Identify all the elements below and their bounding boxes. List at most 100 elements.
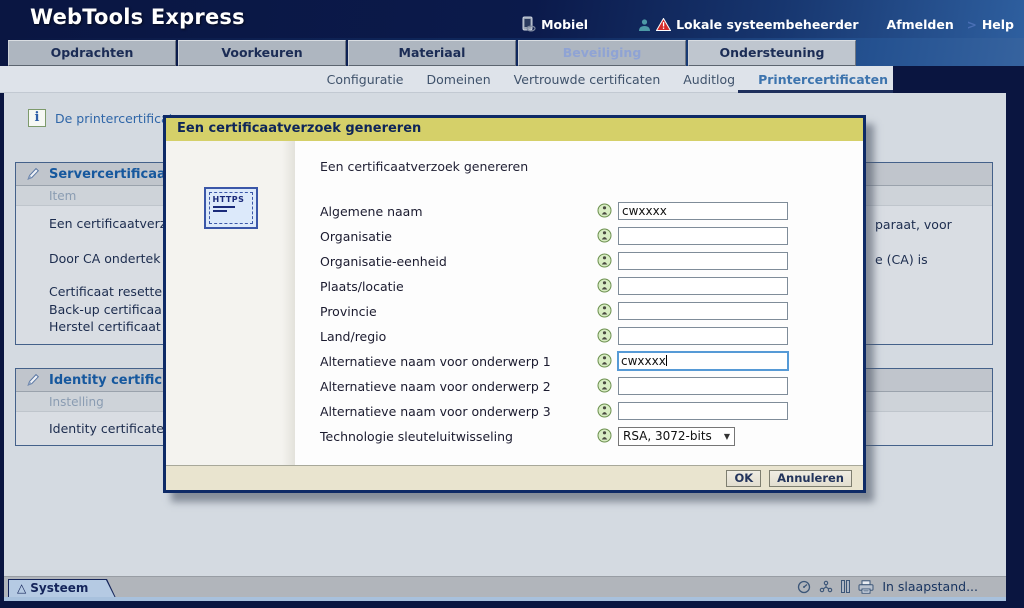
https-certificate-icon: HTTPS xyxy=(204,187,258,229)
field-help-icon xyxy=(597,253,612,268)
field-help-icon xyxy=(597,428,612,443)
field-label: Land/regio xyxy=(320,329,386,344)
header-bar: WebTools Express Mobiel Lokale systeembe… xyxy=(0,0,1024,38)
dialog-title-bar: Een certificaatverzoek genereren xyxy=(166,118,863,141)
form-row-subject-alt-name-3: Alternatieve naam voor onderwerp 3 xyxy=(295,400,863,425)
field-help-icon xyxy=(597,278,612,293)
panel-title: Identity certific xyxy=(49,373,162,388)
form-row-province: Provincie xyxy=(295,300,863,325)
subtab-vertrouwde-certificaten[interactable]: Vertrouwde certificaten xyxy=(514,72,661,87)
cancel-button[interactable]: Annuleren xyxy=(769,470,852,487)
header-links: Mobiel Lokale systeembeheerder Afmelden … xyxy=(520,0,1014,38)
subject-alt-name-3-input[interactable] xyxy=(618,402,788,420)
system-tab-label: Systeem xyxy=(30,581,88,595)
field-label: Alternatieve naam voor onderwerp 3 xyxy=(320,404,551,419)
dialog-left-column: HTTPS xyxy=(166,141,295,465)
form-row-organizational-unit: Organisatie-eenheid xyxy=(295,250,863,275)
mobile-phone-icon xyxy=(520,16,536,32)
subject-alt-name-2-input[interactable] xyxy=(618,377,788,395)
subject-alt-name-1-input[interactable]: cwxxxx xyxy=(617,351,789,371)
tab-voorkeuren[interactable]: Voorkeuren xyxy=(178,40,346,66)
panel-row[interactable]: Back-up certificaa xyxy=(49,302,162,317)
field-help-icon xyxy=(597,303,612,318)
info-icon: i xyxy=(28,109,46,127)
logged-in-user: Lokale systeembeheerder xyxy=(638,17,858,32)
system-status-tab[interactable]: △ Systeem xyxy=(8,579,116,598)
generate-certificate-request-dialog: Een certificaatverzoek genereren HTTPS E… xyxy=(163,115,866,493)
field-help-icon xyxy=(597,328,612,343)
dialog-footer: OK Annuleren xyxy=(166,465,863,490)
field-help-icon xyxy=(597,378,612,393)
form-row-locality: Plaats/locatie xyxy=(295,275,863,300)
dialog-form-area: Een certificaatverzoek genereren Algemen… xyxy=(295,141,863,465)
subtab-configuratie[interactable]: Configuratie xyxy=(327,72,404,87)
field-label: Provincie xyxy=(320,304,377,319)
key-exchange-select[interactable]: RSA, 3072-bits ▼ xyxy=(618,427,735,446)
mobile-link[interactable]: Mobiel xyxy=(520,16,588,32)
form-row-subject-alt-name-1: Alternatieve naam voor onderwerp 1 cwxxx… xyxy=(295,350,863,375)
tab-materiaal[interactable]: Materiaal xyxy=(348,40,516,66)
dialog-body: HTTPS Een certificaatverzoek genereren A… xyxy=(166,141,863,465)
main-tab-bar: Opdrachten Voorkeuren Materiaal Beveilig… xyxy=(0,38,1024,66)
field-label: Organisatie-eenheid xyxy=(320,254,447,269)
row-text-fragment: e (CA) is xyxy=(875,252,928,267)
field-help-icon xyxy=(597,203,612,218)
tab-opdrachten[interactable]: Opdrachten xyxy=(8,40,176,66)
text-cursor xyxy=(666,355,667,366)
bottom-strip xyxy=(4,597,1006,601)
province-input[interactable] xyxy=(618,302,788,320)
webtools-express-app: WebTools Express Mobiel Lokale systeembe… xyxy=(0,0,1024,608)
form-row-key-exchange: Technologie sleuteluitwisseling RSA, 307… xyxy=(295,425,863,450)
status-bar: △ Systeem In slaapstand... xyxy=(4,576,1006,597)
field-label: Plaats/locatie xyxy=(320,279,404,294)
form-row-organization: Organisatie xyxy=(295,225,863,250)
organization-input[interactable] xyxy=(618,227,788,245)
field-label: Technologie sleuteluitwisseling xyxy=(320,429,513,444)
organizational-unit-input[interactable] xyxy=(618,252,788,270)
field-label: Organisatie xyxy=(320,229,392,244)
system-warning-icon: △ xyxy=(17,581,26,595)
logout-link[interactable]: Afmelden xyxy=(887,17,954,32)
pencil-icon xyxy=(25,372,41,388)
status-indicators: In slaapstand... xyxy=(797,579,978,594)
row-text-fragment: paraat, voor xyxy=(875,217,952,232)
subtab-auditlog[interactable]: Auditlog xyxy=(683,72,735,87)
help-link[interactable]: > Help xyxy=(967,17,1014,32)
country-input[interactable] xyxy=(618,327,788,345)
user-icon xyxy=(638,18,651,32)
form-row-common-name: Algemene naam xyxy=(295,200,863,225)
user-name-label: Lokale systeembeheerder xyxy=(676,17,858,32)
warning-icon xyxy=(656,18,671,31)
network-icon xyxy=(819,580,833,593)
printer-icon xyxy=(858,580,874,594)
panel-row[interactable]: Certificaat resette xyxy=(49,284,162,299)
dialog-heading: Een certificaatverzoek genereren xyxy=(320,159,528,174)
panel-row[interactable]: Een certificaatverz xyxy=(49,216,166,231)
chevron-down-icon: ▼ xyxy=(724,428,730,445)
field-label: Alternatieve naam voor onderwerp 2 xyxy=(320,379,551,394)
app-title: WebTools Express xyxy=(30,5,245,29)
sleep-status-text: In slaapstand... xyxy=(882,579,978,594)
panel-row[interactable]: Identity certificate xyxy=(49,421,164,436)
panel-row[interactable]: Door CA ondertek xyxy=(49,251,160,266)
field-label: Algemene naam xyxy=(320,204,423,219)
field-label: Alternatieve naam voor onderwerp 1 xyxy=(320,354,551,369)
sub-tab-bar: Configuratie Domeinen Vertrouwde certifi… xyxy=(0,66,893,93)
energy-saver-icon xyxy=(797,580,811,594)
ok-button[interactable]: OK xyxy=(726,470,761,487)
form-row-subject-alt-name-2: Alternatieve naam voor onderwerp 2 xyxy=(295,375,863,400)
field-help-icon xyxy=(597,403,612,418)
locality-input[interactable] xyxy=(618,277,788,295)
subtab-domeinen[interactable]: Domeinen xyxy=(427,72,491,87)
panel-row[interactable]: Herstel certificaat xyxy=(49,319,161,334)
panel-title: Servercertificaat xyxy=(49,167,172,182)
field-help-icon xyxy=(597,353,612,368)
help-arrow-icon: > xyxy=(967,18,977,32)
certificate-request-form: Algemene naam Organisatie xyxy=(295,200,863,450)
subtab-printercertificaten[interactable]: Printercertificaten xyxy=(758,72,888,87)
tab-ondersteuning[interactable]: Ondersteuning xyxy=(688,40,856,66)
tab-beveiliging[interactable]: Beveiliging xyxy=(518,40,686,66)
page-info-row: i De printercertificate xyxy=(28,109,181,127)
common-name-input[interactable] xyxy=(618,202,788,220)
form-row-country: Land/regio xyxy=(295,325,863,350)
